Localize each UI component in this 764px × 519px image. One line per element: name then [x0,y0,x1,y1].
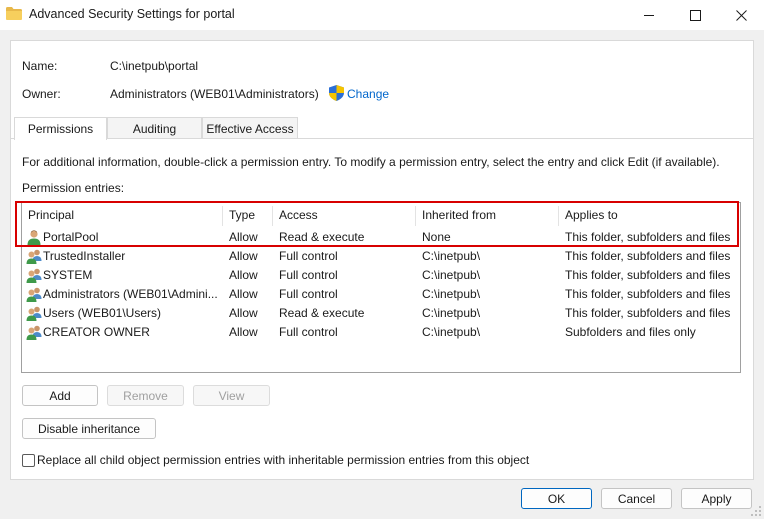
add-button[interactable]: Add [22,385,98,406]
inherited-from-cell: None [422,230,451,244]
maximize-icon [689,9,701,21]
applies-to-cell: Subfolders and files only [565,325,696,339]
group-icon [26,287,42,302]
inherited-from-cell: C:\inetpub\ [422,287,481,301]
column-header-principal[interactable]: Principal [28,208,74,222]
maximize-button[interactable] [672,0,718,30]
column-separator [558,206,559,226]
resize-grip-icon[interactable] [750,505,762,517]
user-icon [27,230,41,245]
table-row[interactable]: TrustedInstaller Allow Full control C:\i… [22,247,740,266]
name-value: C:\inetpub\portal [110,59,199,73]
inherited-from-cell: C:\inetpub\ [422,268,481,282]
principal-cell: SYSTEM [43,268,93,282]
main-panel: Name: C:\inetpub\portal Owner: Administr… [10,40,754,480]
applies-to-cell: This folder, subfolders and files [565,268,731,282]
column-header-type[interactable]: Type [229,208,255,222]
column-header-inherited-from[interactable]: Inherited from [422,208,496,222]
permission-entries-list[interactable]: Principal Type Access Inherited from App… [21,202,741,373]
minimize-button[interactable] [626,0,672,30]
type-cell: Allow [229,230,258,244]
tab-divider [11,138,753,139]
info-text: For additional information, double-click… [22,155,720,169]
window-title: Advanced Security Settings for portal [29,7,235,21]
table-row[interactable]: Administrators (WEB01\Admini... Allow Fu… [22,285,740,304]
table-row[interactable]: PortalPool Allow Read & execute None Thi… [22,228,740,247]
owner-label: Owner: [22,87,61,101]
remove-button[interactable]: Remove [107,385,184,406]
change-owner-link[interactable]: Change [347,87,389,101]
access-cell: Read & execute [279,230,365,244]
column-header-applies-to[interactable]: Applies to [565,208,618,222]
inherited-from-cell: C:\inetpub\ [422,249,481,263]
type-cell: Allow [229,325,258,339]
access-cell: Full control [279,249,338,263]
minimize-icon [643,14,654,16]
permission-entries-label: Permission entries: [22,181,125,195]
disable-inheritance-button[interactable]: Disable inheritance [22,418,156,439]
access-cell: Full control [279,325,338,339]
replace-child-permissions-checkbox[interactable] [22,454,35,467]
applies-to-cell: This folder, subfolders and files [565,249,731,263]
group-icon [26,268,42,283]
access-cell: Full control [279,287,338,301]
principal-cell: Administrators (WEB01\Admini... [43,287,218,301]
access-cell: Full control [279,268,338,282]
group-icon [26,306,42,321]
type-cell: Allow [229,268,258,282]
uac-shield-icon [329,85,344,101]
applies-to-cell: This folder, subfolders and files [565,230,731,244]
table-row[interactable]: Users (WEB01\Users) Allow Read & execute… [22,304,740,323]
tab-permissions[interactable]: Permissions [14,117,107,140]
tab-effective-access[interactable]: Effective Access [202,117,298,139]
access-cell: Read & execute [279,306,365,320]
ok-button[interactable]: OK [521,488,592,509]
owner-value: Administrators (WEB01\Administrators) [110,87,319,101]
apply-button[interactable]: Apply [681,488,752,509]
table-row[interactable]: CREATOR OWNER Allow Full control C:\inet… [22,323,740,342]
applies-to-cell: This folder, subfolders and files [565,306,731,320]
close-icon [735,9,747,21]
cancel-button[interactable]: Cancel [601,488,672,509]
column-separator [272,206,273,226]
tab-auditing[interactable]: Auditing [107,117,202,139]
tab-strip: Permissions Auditing Effective Access [11,117,753,140]
column-separator [415,206,416,226]
title-bar: Advanced Security Settings for portal [0,0,764,30]
inherited-from-cell: C:\inetpub\ [422,325,481,339]
column-separator [222,206,223,226]
type-cell: Allow [229,287,258,301]
type-cell: Allow [229,306,258,320]
folder-icon [6,7,22,20]
principal-cell: TrustedInstaller [43,249,126,263]
type-cell: Allow [229,249,258,263]
view-button[interactable]: View [193,385,270,406]
table-row[interactable]: SYSTEM Allow Full control C:\inetpub\ Th… [22,266,740,285]
group-icon [26,325,42,340]
column-header-access[interactable]: Access [279,208,318,222]
group-icon [26,249,42,264]
name-label: Name: [22,59,58,73]
close-button[interactable] [718,0,764,30]
applies-to-cell: This folder, subfolders and files [565,287,731,301]
principal-cell: CREATOR OWNER [43,325,150,339]
principal-cell: PortalPool [43,230,99,244]
inherited-from-cell: C:\inetpub\ [422,306,481,320]
replace-child-permissions-label: Replace all child object permission entr… [37,453,530,467]
principal-cell: Users (WEB01\Users) [43,306,162,320]
